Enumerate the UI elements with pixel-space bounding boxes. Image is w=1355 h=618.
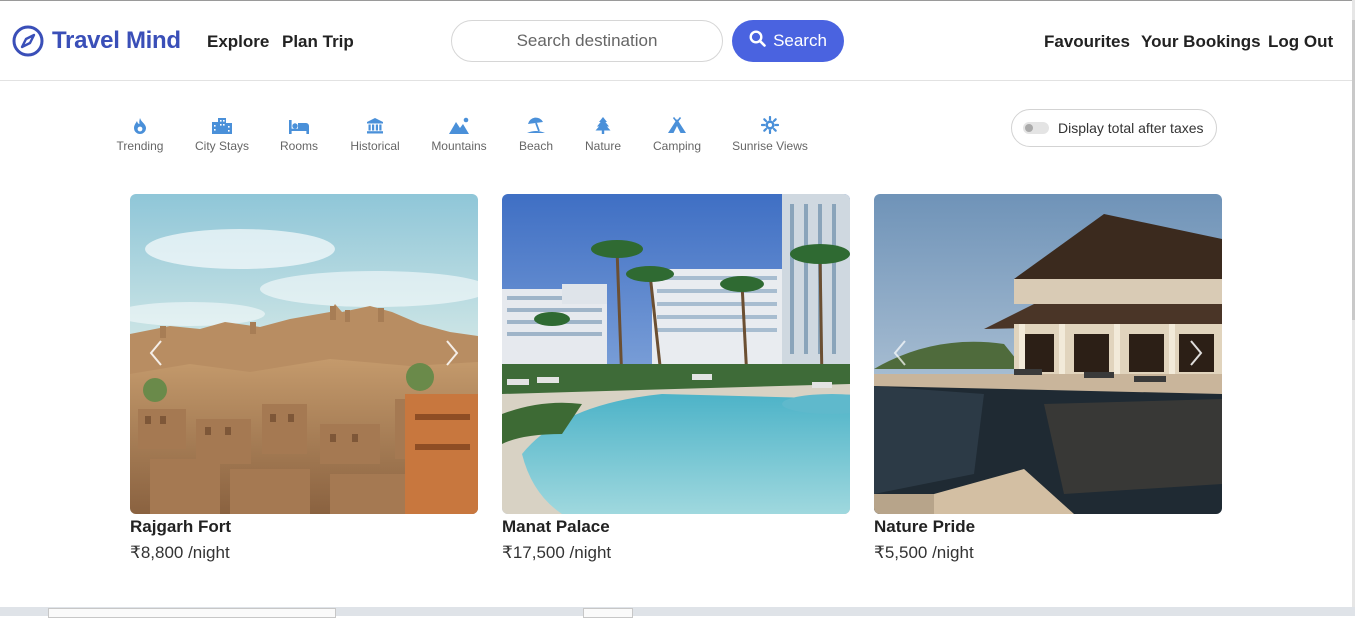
listing-card[interactable]: Nature Pride ₹5,500 /night	[874, 194, 1222, 563]
carousel-prev-arrow[interactable]	[890, 336, 910, 370]
sun-icon	[725, 116, 815, 134]
monument-icon	[330, 116, 420, 134]
filter-label: Historical	[350, 139, 400, 153]
carousel-next-arrow[interactable]	[442, 336, 462, 370]
tax-toggle-switch[interactable]	[1023, 122, 1049, 134]
listing-title: Nature Pride	[874, 517, 976, 536]
taskbar-window[interactable]	[583, 608, 633, 618]
listing-image[interactable]	[130, 194, 478, 514]
filter-camping[interactable]: Camping	[632, 116, 722, 153]
listing-title: Manat Palace	[502, 517, 610, 536]
listing-title: Rajgarh Fort	[130, 517, 232, 536]
taskbar-window[interactable]	[48, 608, 336, 618]
compass-icon	[12, 25, 44, 57]
campground-icon	[632, 116, 722, 134]
listing-card[interactable]: Rajgarh Fort ₹8,800 /night	[130, 194, 478, 563]
navbar: Travel Mind Explore Plan Trip Search Fav…	[0, 1, 1352, 81]
favourites-link[interactable]: Favourites	[1044, 32, 1130, 52]
carousel-next-arrow[interactable]	[1186, 336, 1206, 370]
listing-price: ₹17,500 /night	[502, 543, 612, 562]
tax-toggle[interactable]: Display total after taxes	[1011, 109, 1217, 147]
filter-trending[interactable]: Trending	[95, 116, 185, 153]
filter-historical[interactable]: Historical	[330, 116, 420, 153]
fire-icon	[95, 116, 185, 134]
filter-sunrise-views[interactable]: Sunrise Views	[725, 116, 815, 153]
tax-toggle-label: Display total after taxes	[1058, 120, 1204, 136]
listing-price: ₹5,500 /night	[874, 543, 974, 562]
switch-knob	[1025, 124, 1033, 132]
search-button-label: Search	[773, 31, 827, 50]
filter-label: Sunrise Views	[732, 139, 808, 153]
brand-name: Travel Mind	[52, 27, 181, 54]
bookings-link[interactable]: Your Bookings	[1141, 32, 1261, 52]
listing-image[interactable]	[874, 194, 1222, 514]
carousel-prev-arrow[interactable]	[146, 336, 166, 370]
nav-plan-trip-link[interactable]: Plan Trip	[282, 32, 354, 52]
listing-image[interactable]	[502, 194, 850, 514]
listing-price: ₹8,800 /night	[130, 543, 230, 562]
search-icon	[749, 30, 766, 52]
search-input[interactable]	[451, 20, 723, 62]
listing-card[interactable]: Manat Palace ₹17,500 /night	[502, 194, 850, 563]
search-button[interactable]: Search	[732, 20, 844, 62]
filter-label: Camping	[652, 139, 702, 153]
logout-link[interactable]: Log Out	[1268, 32, 1333, 52]
filter-label: Trending	[116, 139, 164, 153]
nav-explore-link[interactable]: Explore	[207, 32, 269, 52]
brand-logo[interactable]: Travel Mind	[12, 25, 181, 57]
